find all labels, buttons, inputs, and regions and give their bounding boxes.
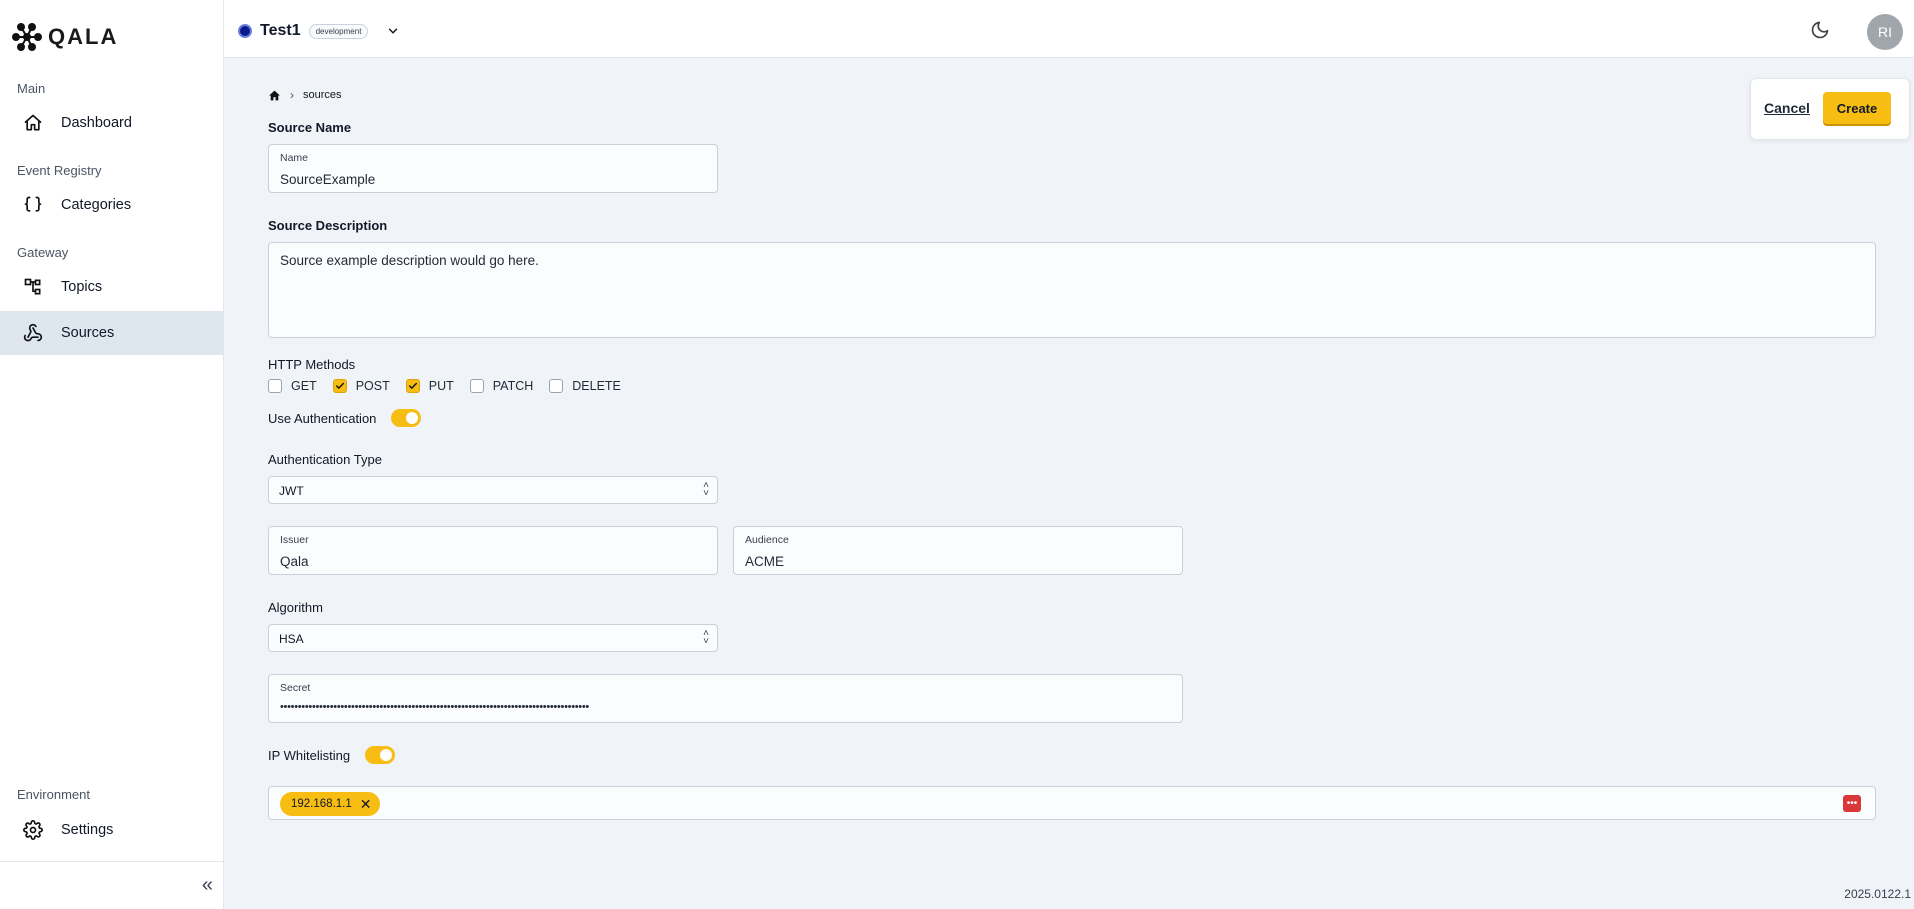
- checkbox-post[interactable]: [332, 379, 347, 393]
- checkbox-get[interactable]: [268, 379, 282, 393]
- ip-whitelisting-toggle[interactable]: [365, 746, 395, 764]
- checkbox-patch[interactable]: [469, 379, 484, 393]
- ip-whitelisting-label: IP Whitelisting: [268, 748, 351, 763]
- sidebar-item-label: Sources: [61, 325, 115, 341]
- sidebar-item-dashboard[interactable]: Dashboard: [0, 101, 223, 145]
- section-event-registry: Event Registry: [17, 163, 102, 178]
- name-field-label: Name: [280, 152, 309, 164]
- environment-switcher[interactable]: Test1 development: [238, 22, 400, 40]
- name-field[interactable]: Name SourceExample: [268, 144, 718, 193]
- sidebar-item-sources[interactable]: Sources: [0, 311, 223, 355]
- sidebar: QALA Main Dashboard Event Registry Categ…: [0, 0, 224, 909]
- more-options-icon[interactable]: •••: [1843, 795, 1861, 812]
- select-arrows-icon: ˄ ˅: [703, 628, 709, 647]
- description-value: Source example description would go here…: [280, 253, 539, 268]
- audience-field[interactable]: Audience ACME: [733, 526, 1183, 575]
- breadcrumb: › sources: [268, 88, 342, 102]
- home-icon: [24, 114, 42, 131]
- environment-name: Test1: [260, 22, 301, 39]
- check-icon: [408, 382, 417, 389]
- secret-field-value: ••••••••••••••••••••••••••••••••••••••••…: [280, 701, 589, 713]
- check-icon: [335, 382, 344, 389]
- environment-dot-icon: [238, 24, 252, 38]
- issuer-field-label: Issuer: [280, 534, 309, 546]
- section-gateway: Gateway: [17, 245, 69, 260]
- qala-logo[interactable]: QALA: [12, 22, 118, 52]
- sidebar-item-label: Categories: [61, 197, 132, 213]
- gear-icon: [23, 820, 43, 840]
- secret-field-label: Secret: [280, 682, 311, 694]
- algorithm-select[interactable]: HSA ˄ ˅: [268, 624, 718, 652]
- webhook-icon: [23, 323, 43, 342]
- app-version: 2025.0122.1: [1844, 887, 1911, 901]
- select-arrows-icon: ˄ ˅: [703, 480, 709, 499]
- sidebar-item-topics[interactable]: Topics: [0, 265, 223, 309]
- checkbox-delete[interactable]: [549, 379, 564, 393]
- method-label: POST: [355, 379, 390, 393]
- section-environment: Environment: [17, 787, 90, 802]
- checkbox-put[interactable]: [405, 379, 420, 393]
- sidebar-item-label: Dashboard: [61, 115, 132, 131]
- method-label: PATCH: [492, 379, 534, 393]
- chevron-down-icon[interactable]: [386, 24, 400, 38]
- use-authentication-label: Use Authentication: [268, 411, 377, 426]
- method-patch[interactable]: PATCH: [469, 379, 534, 393]
- method-post[interactable]: POST: [332, 379, 390, 393]
- ip-chip: 192.168.1.1 ✕: [280, 792, 380, 816]
- ip-chip-label: 192.168.1.1: [291, 798, 352, 810]
- http-methods-group: GET POST PUT PATCH DELETE: [268, 379, 637, 393]
- method-label: PUT: [428, 379, 454, 393]
- sidebar-item-label: Topics: [61, 279, 103, 295]
- chevron-right-icon: ›: [290, 88, 294, 102]
- sidebar-footer: «: [0, 861, 223, 909]
- method-label: GET: [291, 379, 317, 393]
- issuer-field[interactable]: Issuer Qala: [268, 526, 718, 575]
- use-authentication-toggle[interactable]: [391, 409, 421, 427]
- algorithm-value: HSA: [279, 632, 304, 646]
- audience-field-value: ACME: [745, 554, 785, 569]
- name-field-value: SourceExample: [280, 172, 376, 187]
- issuer-field-value: Qala: [280, 554, 309, 569]
- algorithm-heading: Algorithm: [268, 600, 323, 615]
- brand-name: QALA: [48, 24, 119, 49]
- ip-whitelist-input[interactable]: 192.168.1.1 ✕ •••: [268, 786, 1876, 820]
- qala-logo-icon: [12, 23, 42, 51]
- secret-field[interactable]: Secret •••••••••••••••••••••••••••••••••…: [268, 674, 1183, 723]
- topbar: Test1 development RI: [224, 0, 1914, 58]
- method-delete[interactable]: DELETE: [549, 379, 621, 393]
- home-icon[interactable]: [268, 89, 281, 102]
- audience-field-label: Audience: [745, 534, 789, 546]
- breadcrumb-current: sources: [303, 89, 342, 101]
- braces-icon: [24, 196, 42, 212]
- authentication-type-heading: Authentication Type: [268, 452, 382, 467]
- hierarchy-icon: [24, 278, 41, 295]
- sidebar-item-settings[interactable]: Settings: [0, 808, 223, 852]
- sidebar-item-categories[interactable]: Categories: [0, 183, 223, 227]
- cancel-button[interactable]: Cancel: [1764, 100, 1810, 116]
- source-name-heading: Source Name: [268, 120, 352, 135]
- method-label: DELETE: [572, 379, 621, 393]
- form-actions-card: Cancel Create: [1750, 78, 1910, 140]
- authentication-type-select[interactable]: JWT ˄ ˅: [268, 476, 718, 504]
- create-button[interactable]: Create: [1823, 92, 1891, 124]
- section-main: Main: [17, 81, 46, 96]
- user-avatar[interactable]: RI: [1867, 14, 1903, 50]
- sidebar-item-label: Settings: [61, 822, 114, 838]
- environment-badge: development: [308, 23, 369, 39]
- http-methods-heading: HTTP Methods: [268, 357, 356, 372]
- dark-mode-moon-icon[interactable]: [1810, 20, 1830, 40]
- collapse-sidebar-icon[interactable]: «: [202, 874, 213, 897]
- remove-ip-close-icon[interactable]: ✕: [360, 797, 372, 811]
- method-get[interactable]: GET: [268, 379, 317, 393]
- method-put[interactable]: PUT: [405, 379, 454, 393]
- authentication-type-value: JWT: [279, 484, 304, 498]
- source-description-heading: Source Description: [268, 218, 388, 233]
- description-textarea[interactable]: Source example description would go here…: [268, 242, 1876, 338]
